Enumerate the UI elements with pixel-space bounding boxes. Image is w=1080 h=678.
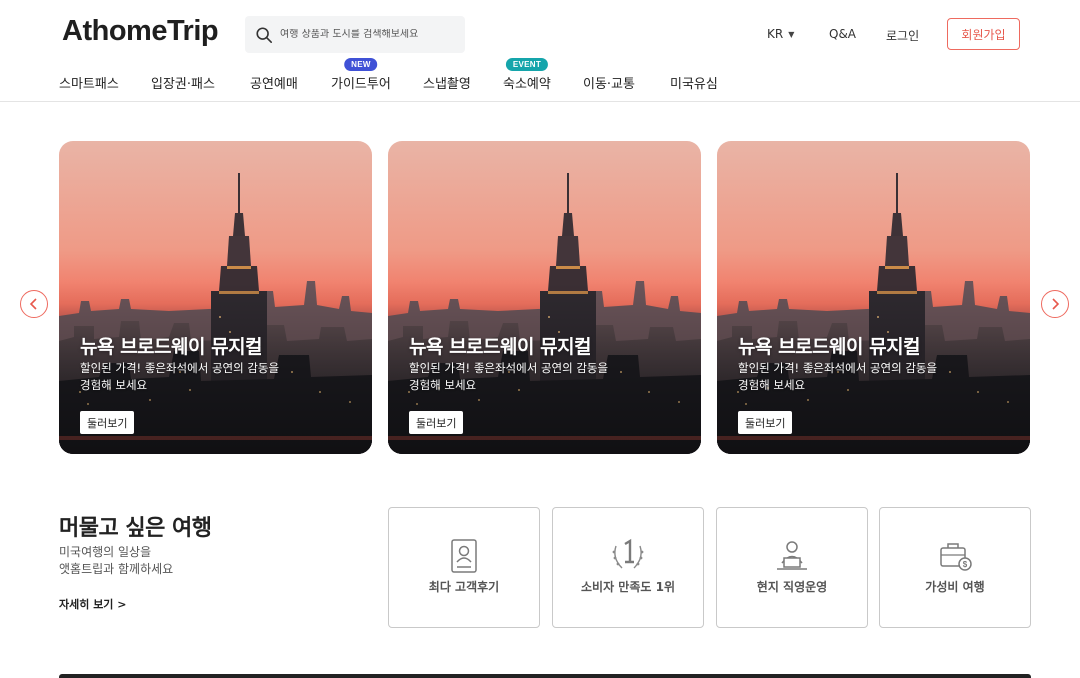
slide-description: 할인된 가격! 좋은좌석에서 공연의 감동을 경험해 보세요	[738, 360, 968, 394]
slide-card[interactable]: 뉴욕 브로드웨이 뮤지컬 할인된 가격! 좋은좌석에서 공연의 감동을 경험해 …	[388, 141, 701, 454]
nav-item-snap[interactable]: 스냅촬영	[423, 73, 471, 92]
slide-desc-line: 경험해 보세요	[80, 378, 148, 392]
nav-label: 숙소예약	[503, 77, 551, 92]
nav-label: 입장권·패스	[151, 77, 215, 92]
see-more-link[interactable]: 자세히 보기 >	[59, 596, 126, 612]
login-link[interactable]: 로그인	[886, 27, 919, 44]
laurel-number-one-icon	[612, 538, 644, 569]
feature-card-value[interactable]: $ 가성비 여행	[879, 507, 1031, 628]
nav-item-guide-tour[interactable]: NEW 가이드투어	[331, 58, 391, 92]
nav-item-usim[interactable]: 미국유심	[670, 73, 718, 92]
suitcase-dollar-icon: $	[940, 543, 972, 571]
slide-card[interactable]: 뉴욕 브로드웨이 뮤지컬 할인된 가격! 좋은좌석에서 공연의 감동을 경험해 …	[59, 141, 372, 454]
feature-card-reviews[interactable]: 최다 고객후기	[388, 507, 540, 628]
nav-item-transport[interactable]: 이동·교통	[583, 73, 635, 92]
slide-title: 뉴욕 브로드웨이 뮤지컬	[80, 336, 263, 358]
chevron-right-icon	[1052, 298, 1060, 310]
search-icon	[256, 26, 273, 43]
section-desc-line: 미국여행의 일상을	[59, 545, 152, 559]
language-label: KR	[767, 27, 784, 41]
feature-label: 가성비 여행	[925, 580, 985, 594]
new-york-skyline-image	[388, 141, 701, 454]
nav-item-shows[interactable]: 공연예매	[250, 73, 298, 92]
slider-next-button[interactable]	[1041, 290, 1069, 318]
slider-prev-button[interactable]	[20, 290, 48, 318]
feature-label: 최다 고객후기	[428, 580, 500, 594]
slide-desc-line: 할인된 가격! 좋은좌석에서 공연의 감동을	[80, 361, 280, 375]
person-laptop-icon	[777, 541, 807, 570]
nav-label: 공연예매	[250, 77, 298, 92]
browse-button[interactable]: 둘러보기	[409, 411, 464, 434]
nav-item-tickets[interactable]: 입장권·패스	[151, 73, 215, 92]
caret-down-icon: ▼	[788, 29, 795, 39]
nav-label: 스마트패스	[59, 77, 119, 92]
new-york-skyline-image	[717, 141, 1030, 454]
new-badge: NEW	[344, 58, 378, 71]
feature-card-satisfaction[interactable]: 소비자 만족도 1위	[552, 507, 704, 628]
chevron-left-icon	[29, 298, 37, 310]
browse-button[interactable]: 둘러보기	[738, 411, 793, 434]
logo[interactable]: AthomeTrip	[62, 15, 219, 48]
language-selector[interactable]: KR ▼	[767, 27, 794, 41]
signup-button[interactable]: 회원가입	[947, 18, 1020, 50]
search-bar[interactable]	[245, 16, 465, 53]
review-card-icon	[451, 539, 477, 573]
browse-button[interactable]: 둘러보기	[80, 411, 135, 434]
slide-title: 뉴욕 브로드웨이 뮤지컬	[738, 336, 921, 358]
slide-desc-line: 경험해 보세요	[409, 378, 477, 392]
event-badge: EVENT	[505, 58, 549, 71]
slide-title: 뉴욕 브로드웨이 뮤지컬	[409, 336, 592, 358]
search-input[interactable]	[280, 29, 460, 40]
slide-desc-line: 할인된 가격! 좋은좌석에서 공연의 감동을	[409, 361, 609, 375]
slide-description: 할인된 가격! 좋은좌석에서 공연의 감동을 경험해 보세요	[409, 360, 639, 394]
section-title: 머물고 싶은 여행	[59, 516, 212, 541]
slide-desc-line: 경험해 보세요	[738, 378, 806, 392]
nav-label: 이동·교통	[583, 77, 635, 92]
new-york-skyline-image	[59, 141, 372, 454]
feature-label: 소비자 만족도 1위	[581, 580, 675, 594]
svg-text:$: $	[963, 560, 968, 569]
nav-label: 미국유심	[670, 77, 718, 92]
feature-card-local[interactable]: 현지 직영운영	[716, 507, 868, 628]
qa-link[interactable]: Q&A	[829, 27, 856, 41]
slide-description: 할인된 가격! 좋은좌석에서 공연의 감동을 경험해 보세요	[80, 360, 310, 394]
footer-banner-edge	[59, 674, 1031, 678]
section-description: 미국여행의 일상을 앳홈트립과 함께하세요	[59, 544, 173, 578]
nav-label: 스냅촬영	[423, 77, 471, 92]
section-desc-line: 앳홈트립과 함께하세요	[59, 562, 174, 576]
slide-desc-line: 할인된 가격! 좋은좌석에서 공연의 감동을	[738, 361, 938, 375]
site-header: AthomeTrip KR ▼ Q&A 로그인 회원가입 스마트패스 입장권·패…	[0, 0, 1080, 102]
slide-card[interactable]: 뉴욕 브로드웨이 뮤지컬 할인된 가격! 좋은좌석에서 공연의 감동을 경험해 …	[717, 141, 1030, 454]
nav-item-smartpass[interactable]: 스마트패스	[59, 73, 119, 92]
feature-label: 현지 직영운영	[756, 580, 828, 594]
nav-item-lodging[interactable]: EVENT 숙소예약	[503, 58, 551, 92]
nav-label: 가이드투어	[331, 77, 391, 92]
